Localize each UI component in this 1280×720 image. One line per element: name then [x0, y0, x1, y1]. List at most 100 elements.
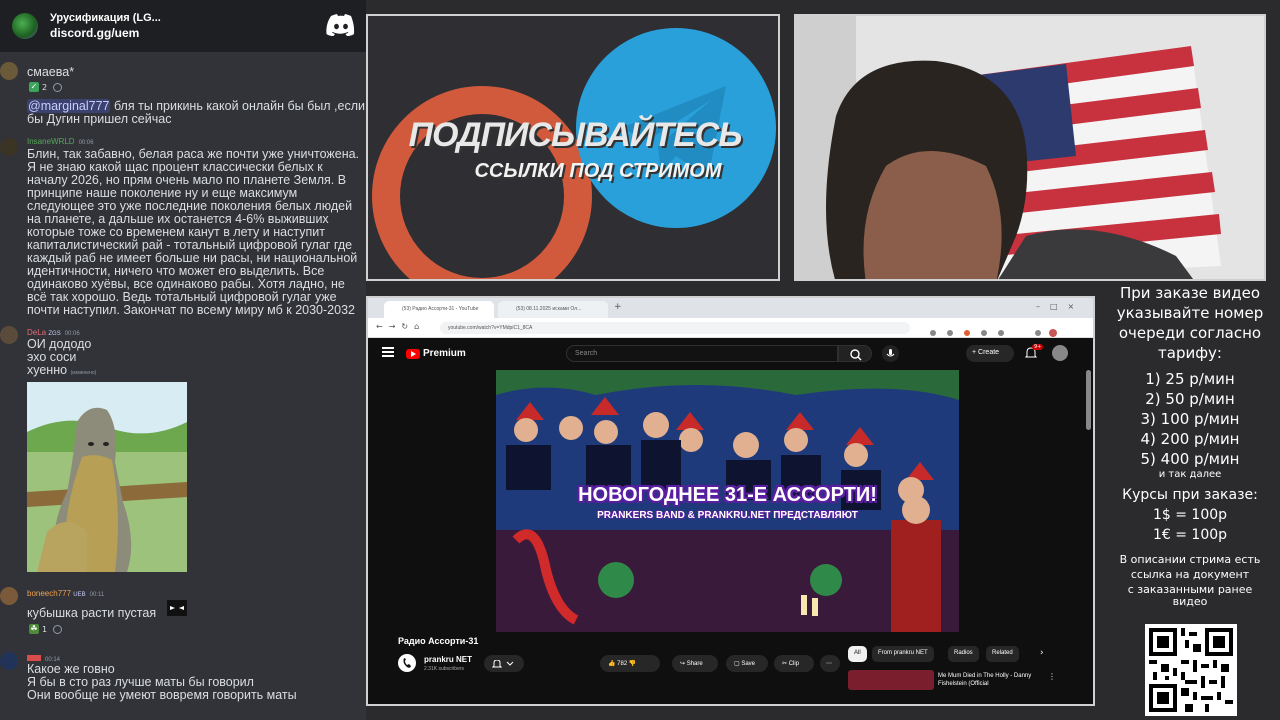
- youtube-play-icon: [406, 348, 420, 359]
- video-title: Радио Ассорти-31: [398, 636, 479, 646]
- subscribe-bell-button[interactable]: [484, 655, 524, 672]
- tab-second-video[interactable]: (53) 08.11.2025 исками Ол...: [498, 301, 608, 318]
- rate-item: 1€ = 100р: [1152, 527, 1228, 543]
- kebab-menu-icon[interactable]: ⋮: [1048, 672, 1056, 681]
- tab-youtube-video[interactable]: (53) Радио Ассорти-31 - YouTube: [384, 301, 494, 318]
- server-invite-link[interactable]: discord.gg/uem: [50, 26, 161, 40]
- search-input[interactable]: Search: [566, 345, 838, 362]
- recommended-thumbnail[interactable]: [848, 670, 934, 690]
- message-text: ОИ дододо эхо соси хуенно (изменено): [27, 338, 365, 380]
- chip-all[interactable]: All: [848, 646, 867, 662]
- clan-tag: UEB: [73, 592, 86, 598]
- checkmark-icon: ✓: [29, 82, 39, 92]
- message-line: Они вообще не умеют вовремя говорить мат…: [27, 688, 297, 702]
- menu-icon[interactable]: [382, 347, 394, 357]
- message-text: кубышка расти пустая: [27, 606, 157, 620]
- youtube-logo[interactable]: Premium: [406, 348, 466, 359]
- user-flag-icon: [27, 655, 41, 661]
- username-text: DeLa: [27, 328, 47, 337]
- order-info-panel: При заказе видео указывайте номер очеред…: [1100, 283, 1280, 607]
- tariff-item: 5) 400 р/мин: [1140, 450, 1240, 468]
- chip-from-channel[interactable]: From prankru NET: [872, 646, 934, 662]
- reaction-count: 1: [42, 624, 48, 634]
- server-icon: [12, 13, 38, 39]
- rate-item: 1$ = 100р: [1152, 507, 1228, 523]
- account-avatar[interactable]: [1052, 345, 1068, 361]
- extensions-icon[interactable]: [928, 323, 1068, 337]
- youtube-header: Premium Search + Create 9+: [368, 338, 1093, 368]
- info-intro-line: очереди согласно: [1118, 324, 1262, 342]
- message-text: Какое же говно Я бы в сто раз лучше маты…: [27, 663, 365, 702]
- message-line: эхо соси: [27, 350, 77, 364]
- chevron-right-icon[interactable]: ›: [1040, 648, 1044, 658]
- url-field[interactable]: youtube.com/watch?v=YMdpiC1_8CA: [440, 322, 910, 334]
- youtube-brand: Premium: [423, 348, 466, 359]
- edited-label: (изменено): [70, 370, 97, 376]
- add-reaction-icon[interactable]: [53, 624, 63, 634]
- reaction-emoji[interactable]: ☘ 1: [29, 624, 47, 634]
- search-button[interactable]: [838, 345, 872, 362]
- save-button[interactable]: ▢ Save: [726, 655, 768, 672]
- bearded-elder-illustration: [27, 382, 187, 572]
- channel-avatar[interactable]: [398, 654, 416, 672]
- webcam-scene: [796, 16, 1264, 279]
- message-line: ОИ дододо: [27, 337, 92, 351]
- message-text: @marginal777 бля ты прикинь какой онлайн…: [27, 99, 365, 126]
- voice-search-button[interactable]: [882, 345, 899, 362]
- username[interactable]: boneech777 UEB 00:11: [27, 589, 104, 598]
- emoji-icon: ☘: [29, 624, 39, 634]
- video-player[interactable]: НОВОГОДНЕЕ 31-Е АССОРТИ! PRANKERS BAND &…: [496, 370, 959, 632]
- recommended-title[interactable]: Me Mum Died in The Holly - Danny Fishels…: [938, 672, 1058, 688]
- window-controls-icon[interactable]: –□×: [1036, 302, 1084, 311]
- channel-name[interactable]: prankru NET: [424, 655, 472, 664]
- chip-radios[interactable]: Radios: [948, 646, 979, 662]
- username[interactable]: DeLa ZGS 00:06: [27, 328, 80, 337]
- rates-title: Курсы при заказе:: [1122, 487, 1258, 503]
- chip-related[interactable]: Related: [986, 646, 1019, 662]
- create-button[interactable]: + Create: [966, 345, 1014, 362]
- footer-line: ссылка на документ: [1130, 568, 1250, 581]
- avatar: [0, 587, 18, 605]
- save-label: Save: [741, 661, 756, 667]
- video-overlay-title: НОВОГОДНЕЕ 31-Е АССОРТИ!: [578, 484, 877, 506]
- bell-dropdown-icon: [491, 659, 514, 668]
- info-intro-line: указывайте номер: [1116, 304, 1264, 322]
- share-label: Share: [686, 661, 703, 667]
- message-line: хуенно: [27, 363, 68, 377]
- webcam-feed: [794, 14, 1266, 281]
- reaction-checkmark[interactable]: ✓ 2: [29, 82, 47, 92]
- user-mention[interactable]: @marginal777: [27, 99, 111, 113]
- thumbs-up-icon: 👍: [608, 661, 616, 667]
- message-text: Блин, так забавно, белая раса же почти у…: [27, 147, 360, 317]
- qr-code[interactable]: [1145, 624, 1237, 716]
- avatar: [0, 652, 18, 670]
- reaction-count: 2: [42, 82, 48, 92]
- subscribe-promo-panel: ПОДПИСЫВАЙТЕСЬ ССЫЛКИ ПОД СТРИМОМ: [366, 14, 780, 281]
- tariff-more: и так далее: [1158, 469, 1222, 480]
- share-button[interactable]: ↪ Share: [672, 655, 718, 672]
- search-icon: [850, 349, 862, 361]
- more-actions-icon[interactable]: ⋯: [820, 655, 840, 672]
- like-count: 782: [617, 661, 628, 667]
- sticker-emoji: [167, 600, 187, 616]
- address-bar: ←→↻⌂ youtube.com/watch?v=YMdpiC1_8CA: [368, 318, 1093, 338]
- add-reaction-icon[interactable]: [53, 82, 63, 92]
- tariff-item: 1) 25 р/мин: [1145, 370, 1235, 388]
- meme-image[interactable]: [27, 382, 187, 572]
- chat-header: Урусификация (LG... discord.gg/uem: [0, 0, 366, 52]
- subscriber-count: 2.31K subscribers: [424, 666, 465, 672]
- discord-logo-icon: [326, 14, 355, 36]
- page-scrollbar[interactable]: [1086, 370, 1091, 430]
- microphone-icon: [886, 349, 895, 357]
- notifications-badge: 9+: [1032, 344, 1044, 350]
- avatar: [0, 326, 18, 344]
- new-tab-icon[interactable]: +: [614, 302, 622, 312]
- discord-chat-overlay: Урусификация (LG... discord.gg/uem смаев…: [0, 0, 366, 720]
- clip-button[interactable]: ✂ Clip: [774, 655, 814, 672]
- like-dislike-button[interactable]: 👍 782 👎: [600, 655, 660, 672]
- username[interactable]: InsaneWRLD 00:06: [27, 137, 94, 146]
- tariff-item: 2) 50 р/мин: [1145, 390, 1235, 408]
- username-text: boneech777: [27, 589, 72, 598]
- username-text: InsaneWRLD: [27, 137, 75, 146]
- nav-arrows-icon[interactable]: ←→↻⌂: [376, 322, 425, 331]
